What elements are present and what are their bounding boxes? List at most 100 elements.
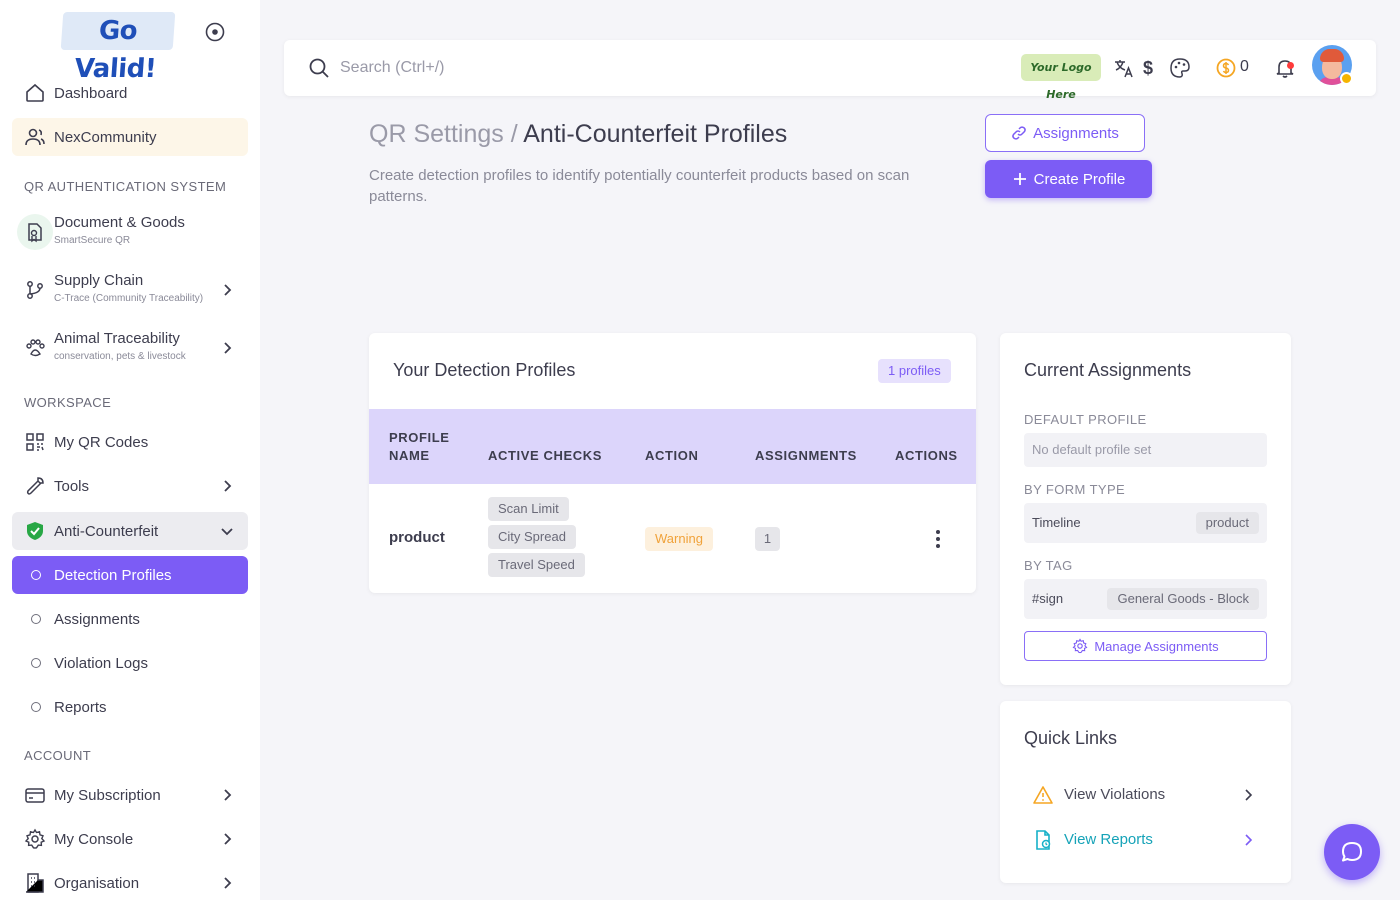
more-vertical-icon[interactable]: [929, 526, 947, 552]
manage-assignments-label: Manage Assignments: [1094, 638, 1219, 654]
assignments-button-label: Assignments: [1033, 124, 1119, 142]
sidebar-item-label: My Subscription: [54, 786, 161, 804]
sidebar-item-label: My Console: [54, 830, 134, 848]
chevron-right-icon: [224, 877, 232, 889]
form-type-label: BY FORM TYPE: [1024, 482, 1126, 497]
sidebar-toggle-icon[interactable]: [205, 22, 225, 42]
currency-selector[interactable]: $: [1137, 57, 1159, 79]
shield-check-icon: [27, 522, 43, 540]
chevron-right-icon: [224, 480, 232, 492]
assignments-button[interactable]: Assignments: [985, 114, 1145, 152]
sidebar-item-document-goods[interactable]: Document & Goods SmartSecure QR: [12, 208, 248, 256]
sidebar-item-label: Organisation: [54, 874, 140, 892]
sidebar-item-label: Anti-Counterfeit: [54, 522, 159, 540]
sidebar-item-supply-chain[interactable]: Supply Chain C-Trace (Community Traceabi…: [12, 266, 248, 314]
form-type-assignment: Timeline product: [1024, 503, 1267, 543]
search-icon[interactable]: [308, 57, 330, 79]
tag-label: BY TAG: [1024, 558, 1073, 573]
palette-icon[interactable]: [1169, 57, 1191, 79]
column-header-action[interactable]: ACTION: [645, 447, 698, 465]
wrench-icon: [26, 477, 44, 495]
sidebar-item-animal-traceability[interactable]: Animal Traceability conservation, pets &…: [12, 324, 248, 372]
detection-profiles-card: Your Detection Profiles 1 profiles PROFI…: [369, 333, 976, 593]
section-heading-qr-auth: QR AUTHENTICATION SYSTEM: [24, 179, 227, 194]
quick-link-view-violations[interactable]: View Violations: [1024, 777, 1267, 813]
tag-name: #sign: [1032, 591, 1064, 606]
column-header-profile-name[interactable]: PROFILE NAME: [389, 429, 450, 465]
verified-badge: [1340, 72, 1353, 85]
sidebar-item-my-qr-codes[interactable]: My QR Codes: [12, 423, 248, 461]
sidebar-item-label: Document & Goods: [54, 214, 185, 231]
manage-assignments-button[interactable]: Manage Assignments: [1024, 631, 1267, 661]
chevron-right-icon: [1245, 834, 1253, 846]
sidebar-item-organisation[interactable]: Organisation: [12, 864, 248, 900]
sidebar-item-assignments[interactable]: Assignments: [12, 600, 248, 638]
home-icon: [26, 83, 44, 102]
brand-logo[interactable]: Go Valid!: [60, 12, 176, 84]
plus-icon: [1013, 173, 1026, 185]
sidebar-item-my-console[interactable]: My Console: [12, 820, 248, 858]
coin-icon[interactable]: [1215, 57, 1237, 79]
sidebar-item-label: Reports: [54, 698, 107, 716]
column-header-active-checks[interactable]: ACTIVE CHECKS: [488, 447, 602, 465]
sidebar-item-reports[interactable]: Reports: [12, 688, 248, 726]
sidebar-item-anti-counterfeit[interactable]: Anti-Counterfeit: [12, 512, 248, 550]
sidebar-item-dashboard[interactable]: Dashboard: [12, 74, 248, 112]
form-type-profile-chip: product: [1195, 512, 1259, 534]
chat-button[interactable]: [1324, 824, 1380, 880]
sidebar-item-my-subscription[interactable]: My Subscription: [12, 776, 248, 814]
link-icon: [1012, 126, 1026, 140]
chevron-right-icon: [224, 342, 232, 354]
default-profile-box: No default profile set: [1024, 433, 1267, 467]
warning-triangle-icon: [1033, 786, 1053, 804]
profile-name[interactable]: product: [389, 529, 445, 546]
qr-code-icon: [26, 433, 44, 451]
sidebar-header: Go Valid!: [0, 0, 260, 84]
bullet-icon: [31, 614, 41, 624]
sidebar-item-sublabel: C-Trace (Community Traceability): [54, 293, 204, 304]
sidebar-item-label: Animal Traceability: [54, 330, 180, 347]
assignments-count: 1: [755, 527, 780, 551]
bullet-icon: [31, 570, 41, 580]
current-assignments-card: Current Assignments DEFAULT PROFILE No d…: [1000, 333, 1291, 685]
chevron-right-icon: [224, 789, 232, 801]
sidebar-item-label: My QR Codes: [54, 433, 149, 451]
section-heading-account: ACCOUNT: [24, 748, 92, 763]
table-header: PROFILE NAME ACTIVE CHECKS ACTION ASSIGN…: [369, 409, 976, 484]
sidebar-item-detection-profiles[interactable]: Detection Profiles: [12, 556, 248, 594]
sidebar-item-nexcommunity[interactable]: NexCommunity: [12, 118, 248, 156]
quick-link-view-reports[interactable]: View Reports: [1024, 822, 1267, 858]
quick-link-label: View Violations: [1064, 786, 1166, 803]
profiles-count-badge: 1 profiles: [878, 359, 951, 383]
column-header-actions[interactable]: ACTIONS: [895, 447, 958, 465]
card-title: Current Assignments: [1024, 360, 1192, 380]
top-navbar: Your Logo Here $ 0: [284, 40, 1376, 101]
coin-count: 0: [1240, 58, 1249, 75]
branch-icon: [27, 281, 43, 299]
chevron-right-icon: [1245, 789, 1253, 801]
create-profile-button-label: Create Profile: [1033, 170, 1126, 188]
gear-icon: [1072, 638, 1088, 654]
default-profile-label: DEFAULT PROFILE: [1024, 412, 1147, 427]
chevron-down-icon: [221, 528, 233, 536]
sidebar-item-label: Tools: [54, 477, 90, 495]
create-profile-button[interactable]: Create Profile: [985, 160, 1152, 198]
quick-links-card: Quick Links View Violations View Reports: [1000, 701, 1291, 883]
column-header-assignments[interactable]: ASSIGNMENTS: [755, 447, 857, 465]
default-profile-value: No default profile set: [1032, 442, 1152, 457]
column-header-text: PROFILE: [389, 430, 450, 445]
sidebar-item-tools[interactable]: Tools: [12, 467, 248, 505]
search-input[interactable]: [340, 54, 840, 82]
chevron-right-icon: [224, 833, 232, 845]
sidebar-item-sublabel: conservation, pets & livestock: [54, 351, 186, 362]
breadcrumb-parent[interactable]: QR Settings /: [369, 120, 518, 148]
action-badge: Warning: [645, 527, 713, 551]
sidebar-item-violation-logs[interactable]: Violation Logs: [12, 644, 248, 682]
form-type-name: Timeline: [1032, 515, 1081, 530]
translate-icon[interactable]: [1113, 57, 1135, 79]
sidebar: Go Valid! Dashboard NexCommunity QR AUTH…: [0, 0, 260, 900]
sidebar-item-label: Violation Logs: [54, 654, 148, 672]
document-icon: [17, 214, 53, 250]
check-chip: City Spread: [488, 525, 576, 549]
chevron-right-icon: [224, 284, 232, 296]
